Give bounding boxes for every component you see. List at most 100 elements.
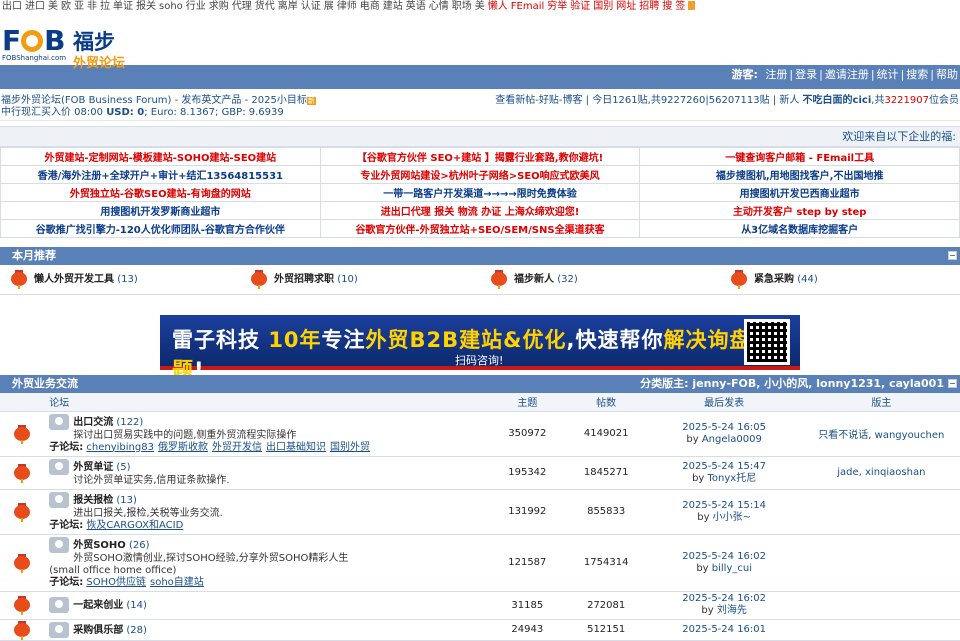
- top-nav-link[interactable]: 离岸: [278, 1, 298, 12]
- top-nav-link[interactable]: 律师: [337, 1, 357, 12]
- top-nav-hot-link[interactable]: 网址: [616, 1, 636, 12]
- recommend-name[interactable]: 懒人外贸开发工具: [34, 274, 114, 285]
- subforum-link[interactable]: 俄罗斯收款: [158, 442, 208, 453]
- top-nav-link[interactable]: 认证: [301, 1, 321, 12]
- top-nav-link[interactable]: 行业: [186, 1, 206, 12]
- recommend-item[interactable]: 福步新人 (32): [490, 269, 578, 291]
- ad-link[interactable]: 一键查询客户邮箱 - FEmail工具: [639, 147, 960, 166]
- forum-moderators[interactable]: [802, 619, 960, 641]
- top-nav-hot-link[interactable]: 穷举: [547, 1, 567, 12]
- ad-link[interactable]: 谷歌官方伙伴-外贸独立站+SEO/SEM/SNS全渠道获客: [319, 219, 641, 238]
- recommend-item[interactable]: 外贸招聘求职 (10): [250, 269, 358, 291]
- last-post-user[interactable]: Tonyx托尼: [708, 473, 757, 484]
- subforum-link[interactable]: 恢及CARGOX和ACID: [86, 520, 183, 531]
- top-nav-link[interactable]: 美: [48, 1, 58, 12]
- top-nav-link[interactable]: 展: [324, 1, 334, 12]
- top-nav-link[interactable]: 电商: [360, 1, 380, 12]
- recommend-name[interactable]: 福步新人: [514, 274, 554, 285]
- last-post-date[interactable]: 2025-5-24 16:05: [646, 422, 803, 434]
- collapse-icon[interactable]: [948, 379, 957, 388]
- subforum-link[interactable]: SOHO供应链: [86, 577, 146, 588]
- top-nav-link[interactable]: 亚: [74, 1, 84, 12]
- ad-link[interactable]: 谷歌推广找引擎力-120人优化师团队-谷歌官方合作伙伴: [0, 219, 321, 238]
- ad-link[interactable]: 从3亿域名数据库挖掘客户: [639, 219, 960, 238]
- ad-banner[interactable]: 雷子科技 10年专注外贸B2B建站&优化,快速帮你解决询盘难题! 扫码咨询!: [160, 315, 800, 382]
- top-nav-link[interactable]: 英语: [406, 1, 426, 12]
- userbar-link[interactable]: 统计: [877, 68, 899, 81]
- forum-name[interactable]: 出口交流: [73, 417, 113, 428]
- top-nav-link[interactable]: 代理: [232, 1, 252, 12]
- last-post-user[interactable]: 刘海先: [717, 605, 747, 616]
- top-nav-link[interactable]: 非: [87, 1, 97, 12]
- fob-logo[interactable]: FB FOBShanghai.com: [2, 26, 66, 63]
- top-nav-link[interactable]: 报关: [136, 1, 156, 12]
- top-nav-link[interactable]: 职场: [452, 1, 472, 12]
- top-nav-link[interactable]: 进口: [25, 1, 45, 12]
- collapse-icon[interactable]: [948, 251, 957, 260]
- last-post-date[interactable]: 2025-5-24 15:47: [646, 461, 803, 473]
- top-nav-link[interactable]: 建站: [383, 1, 403, 12]
- ad-link[interactable]: 福步搜图机,用地图找客户,不出国地推: [639, 165, 960, 184]
- subforum-link[interactable]: soho自建站: [150, 577, 204, 588]
- ad-link[interactable]: 用搜图机开发巴西商业超市: [639, 183, 960, 202]
- subforum-link[interactable]: chenyibing83: [86, 442, 154, 453]
- top-nav-link[interactable]: 心情: [429, 1, 449, 12]
- ad-link[interactable]: 进出口代理 报关 物流 办证 上海众缔欢迎您!: [319, 201, 641, 220]
- top-nav-link[interactable]: 求购: [209, 1, 229, 12]
- forum-moderators[interactable]: jade, xinqiaoshan: [802, 456, 960, 490]
- ad-link[interactable]: 用搜图机开发罗斯商业超市: [0, 201, 321, 220]
- top-nav-hot-link[interactable]: 国别: [593, 1, 613, 12]
- top-nav-hot-link[interactable]: 验证: [570, 1, 590, 12]
- forum-moderators[interactable]: [802, 591, 960, 620]
- top-nav-hot-link[interactable]: 签: [675, 1, 685, 12]
- subforum-link[interactable]: 国别外贸: [330, 442, 370, 453]
- ad-link[interactable]: 【谷歌官方伙伴 SEO+建站 】揭露行业套路,教你避坑!: [319, 147, 641, 166]
- userbar-link[interactable]: 搜索: [906, 68, 928, 81]
- last-post-date[interactable]: 2025-5-24 16:01: [646, 624, 803, 636]
- newest-member[interactable]: 不吃白面的cici: [803, 95, 872, 106]
- top-nav-hot-link[interactable]: 招聘: [639, 1, 659, 12]
- bookmark-icon[interactable]: [688, 1, 696, 10]
- userbar-link[interactable]: 帮助: [936, 68, 958, 81]
- subforum-link[interactable]: 出口基础知识: [266, 442, 326, 453]
- forum-title[interactable]: 福步外贸论坛(FOB Business Forum): [1, 95, 171, 106]
- recommend-name[interactable]: 紧急采购: [754, 274, 794, 285]
- last-post-user[interactable]: Angela0009: [702, 434, 762, 445]
- recommend-name[interactable]: 外贸招聘求职: [274, 274, 334, 285]
- forum-moderators[interactable]: [802, 534, 960, 592]
- top-nav-hot-link[interactable]: 搜: [662, 1, 672, 12]
- userbar-link[interactable]: 登录: [795, 68, 817, 81]
- ad-link[interactable]: 香港/海外注册+全球开户+审计+结汇13564815531: [0, 165, 321, 184]
- forum-name[interactable]: 采购俱乐部: [73, 625, 123, 636]
- forum-name[interactable]: 外贸单证: [73, 462, 113, 473]
- top-nav-hot-link[interactable]: 懒人: [488, 1, 508, 12]
- ad-link[interactable]: 外贸建站-定制网站-模板建站-SOHO建站-SEO建站: [0, 147, 321, 166]
- top-nav-link[interactable]: 出口: [2, 1, 22, 12]
- top-nav-link[interactable]: 欧: [61, 1, 71, 12]
- userbar-link[interactable]: 注册: [765, 68, 787, 81]
- forum-name[interactable]: 一起来创业: [73, 600, 123, 611]
- top-nav-link[interactable]: 美: [475, 1, 485, 12]
- forum-name[interactable]: 外贸SOHO: [73, 540, 126, 551]
- userbar-link[interactable]: 邀请注册: [825, 68, 869, 81]
- forum-moderators[interactable]: 只看不说话, wangyouchen: [802, 411, 960, 457]
- ad-link[interactable]: 一带一路客户开发渠道→→→→限时免费体验: [319, 183, 641, 202]
- ad-link[interactable]: 外贸独立站-谷歌SEO建站-有询盘的网站: [0, 183, 321, 202]
- last-post-date[interactable]: 2025-5-24 15:14: [646, 500, 803, 512]
- ad-link[interactable]: 专业外贸网站建设>杭州叶子网络>SEO响应式欧美风: [319, 165, 641, 184]
- forum-tagline[interactable]: - 发布英文产品 - 2025小目标: [175, 95, 307, 106]
- recommend-item[interactable]: 懒人外贸开发工具 (13): [10, 269, 138, 291]
- top-nav-link[interactable]: 拉: [100, 1, 110, 12]
- top-nav-link[interactable]: soho: [159, 1, 183, 12]
- top-nav-link[interactable]: 货代: [255, 1, 275, 12]
- last-post-user[interactable]: 小小张~: [713, 512, 751, 523]
- section-moderators[interactable]: 分类版主: jenny-FOB, 小小的风, lonny1231, cayla0…: [640, 375, 944, 393]
- top-nav-link[interactable]: 单证: [113, 1, 133, 12]
- last-post-date[interactable]: 2025-5-24 16:02: [646, 593, 803, 605]
- recommend-item[interactable]: 紧急采购 (44): [730, 269, 818, 291]
- subforum-link[interactable]: 外贸开发信: [212, 442, 262, 453]
- last-post-date[interactable]: 2025-5-24 16:02: [646, 551, 803, 563]
- forum-moderators[interactable]: [802, 489, 960, 535]
- ad-link[interactable]: 主动开发客户 step by step: [639, 201, 960, 220]
- top-nav-hot-link[interactable]: FEmail: [511, 1, 545, 12]
